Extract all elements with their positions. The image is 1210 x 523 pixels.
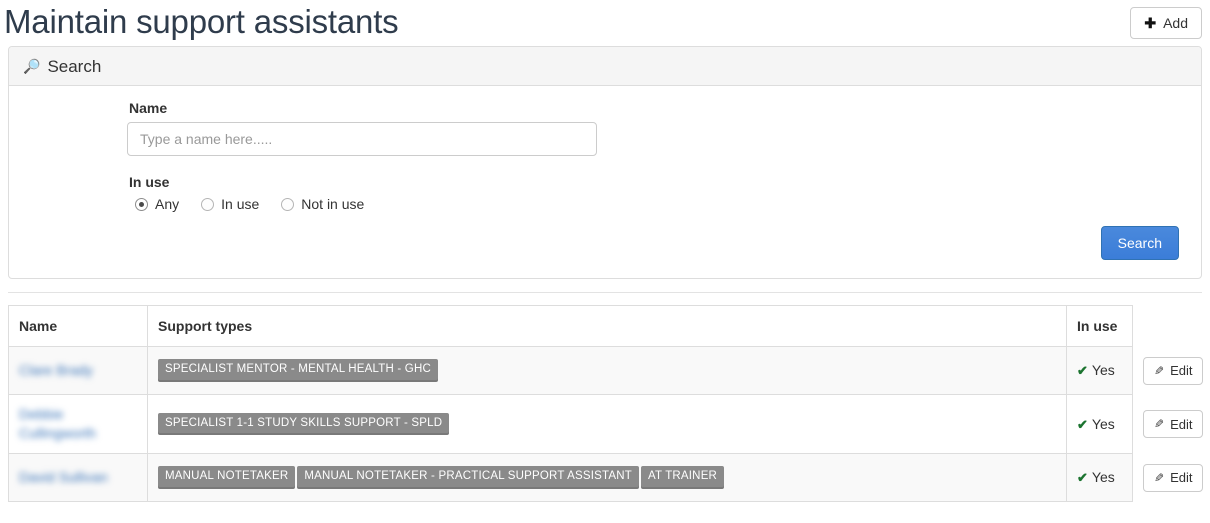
- results-table-container: Name Support types In use Clare Brady Sp…: [8, 305, 1204, 502]
- support-type-tag: Specialist 1-1 Study Skills Support - Sp…: [158, 412, 450, 436]
- column-header-support-types: Support types: [147, 305, 1067, 347]
- results-table-body: Clare Brady Specialist Mentor - Mental H…: [8, 346, 1204, 502]
- support-type-tag: Specialist Mentor - Mental Health - GHC: [158, 359, 438, 382]
- page-title: Maintain support assistants: [4, 3, 399, 40]
- cell-name: David Sullivan: [8, 453, 148, 502]
- cell-name: Debbie Cullingworth: [8, 394, 148, 454]
- cell-actions: ✎ Edit: [1132, 394, 1204, 454]
- check-icon: ✔: [1077, 470, 1088, 485]
- search-panel-actions: Search: [23, 212, 1187, 262]
- radio-option-any[interactable]: Any: [135, 196, 179, 212]
- results-table-head: Name Support types In use: [8, 305, 1203, 347]
- search-panel-body: Name In use Any In use Not in use Sea: [9, 86, 1201, 278]
- cell-actions: ✎ Edit: [1132, 453, 1204, 502]
- search-panel-title: Search: [47, 56, 102, 76]
- column-header-name: Name: [8, 305, 148, 347]
- edit-button[interactable]: ✎ Edit: [1143, 356, 1204, 385]
- radio-dot-not-in-use: [281, 197, 295, 211]
- radio-label-in-use: In use: [221, 196, 260, 212]
- pencil-icon: ✎: [1154, 470, 1165, 485]
- in-use-radio-group: Any In use Not in use: [127, 196, 1187, 212]
- search-panel: 🔍 Search Name In use Any In use Not in u…: [8, 46, 1202, 279]
- radio-dot-any: [135, 197, 148, 211]
- in-use-value: Yes: [1091, 415, 1115, 432]
- results-table: Name Support types In use Clare Brady Sp…: [8, 305, 1204, 502]
- radio-option-in-use[interactable]: In use: [201, 196, 259, 212]
- section-divider: [8, 292, 1202, 293]
- add-button-label: Add: [1163, 15, 1188, 31]
- cell-support-types: Manual Notetaker Manual Notetaker - Prac…: [147, 453, 1067, 502]
- cell-support-types: Specialist Mentor - Mental Health - GHC: [147, 346, 1067, 395]
- pencil-icon: ✎: [1154, 417, 1165, 431]
- table-row: David Sullivan Manual Notetaker Manual N…: [8, 453, 1204, 502]
- radio-dot-in-use: [201, 197, 215, 211]
- assistant-name-link[interactable]: Clare Brady: [19, 361, 137, 380]
- cell-in-use: ✔ Yes: [1066, 453, 1133, 502]
- radio-label-not-in-use: Not in use: [301, 196, 365, 212]
- support-type-tag-list: Specialist 1-1 Study Skills Support - Sp…: [158, 412, 1056, 436]
- column-header-actions: [1133, 306, 1203, 347]
- support-type-tag: Manual Notetaker - Practical Support Ass…: [297, 466, 639, 489]
- in-use-value: Yes: [1091, 469, 1115, 485]
- edit-button-label: Edit: [1170, 470, 1193, 485]
- column-header-in-use: In use: [1066, 305, 1133, 347]
- search-submit-button[interactable]: Search: [1100, 226, 1179, 260]
- name-field-label: Name: [129, 100, 168, 116]
- plus-icon: ✚: [1144, 15, 1157, 31]
- support-type-tag: Manual Notetaker: [158, 466, 296, 489]
- table-row: Clare Brady Specialist Mentor - Mental H…: [8, 346, 1204, 395]
- check-icon: ✔: [1077, 363, 1088, 378]
- in-use-value: Yes: [1091, 362, 1115, 378]
- page-header: Maintain support assistants ✚ Add: [0, 0, 1210, 46]
- table-header-row: Name Support types In use: [8, 305, 1203, 347]
- radio-label-any: Any: [155, 196, 180, 212]
- support-type-tag: AT Trainer: [640, 466, 725, 489]
- cell-actions: ✎ Edit: [1132, 346, 1204, 395]
- cell-name: Clare Brady: [8, 346, 148, 395]
- cell-in-use: ✔ Yes: [1066, 346, 1133, 395]
- search-icon: 🔍: [23, 57, 41, 74]
- cell-support-types: Specialist 1-1 Study Skills Support - Sp…: [147, 394, 1067, 454]
- pencil-icon: ✎: [1154, 363, 1165, 378]
- add-button[interactable]: ✚ Add: [1130, 7, 1202, 39]
- check-icon: ✔: [1077, 416, 1088, 432]
- support-type-tag-list: Manual Notetaker Manual Notetaker - Prac…: [158, 466, 1056, 489]
- search-form: Name In use Any In use Not in use: [23, 100, 1187, 212]
- search-name-input[interactable]: [127, 122, 597, 156]
- edit-button-label: Edit: [1170, 416, 1193, 432]
- assistant-name-link[interactable]: Debbie Cullingworth: [19, 405, 137, 443]
- in-use-field-label: In use: [129, 174, 170, 190]
- edit-button[interactable]: ✎ Edit: [1143, 463, 1204, 492]
- edit-button-label: Edit: [1170, 363, 1193, 378]
- search-panel-header: 🔍 Search: [9, 47, 1201, 86]
- edit-button[interactable]: ✎ Edit: [1143, 410, 1204, 438]
- table-row: Debbie Cullingworth Specialist 1-1 Study…: [8, 394, 1204, 454]
- assistant-name-link[interactable]: David Sullivan: [19, 468, 137, 487]
- support-type-tag-list: Specialist Mentor - Mental Health - GHC: [158, 359, 1056, 382]
- radio-option-not-in-use[interactable]: Not in use: [281, 196, 364, 212]
- cell-in-use: ✔ Yes: [1066, 394, 1133, 454]
